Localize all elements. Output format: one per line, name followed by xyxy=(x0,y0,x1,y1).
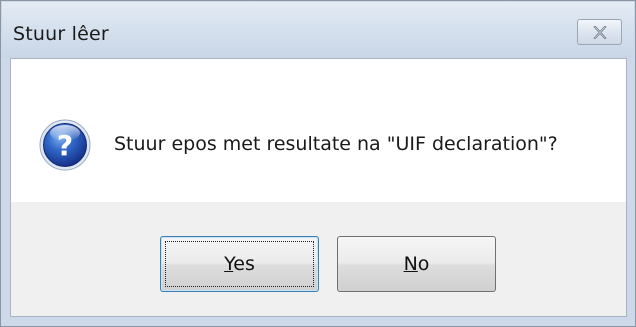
no-label-rest: o xyxy=(417,253,430,275)
message-text: Stuur epos met resultate na "UIF declara… xyxy=(114,133,558,155)
no-button-label: No xyxy=(404,253,430,275)
no-button[interactable]: No xyxy=(337,236,496,292)
window-title: Stuur lêer xyxy=(13,23,109,45)
title-bar[interactable]: Stuur lêer xyxy=(2,2,634,58)
close-button[interactable] xyxy=(577,19,622,45)
no-accelerator: N xyxy=(403,253,418,275)
message-area: ? Stuur epos met resultate na "UIF decla… xyxy=(11,59,626,202)
focus-indicator xyxy=(165,241,314,287)
dialog-body: ? Stuur epos met resultate na "UIF decla… xyxy=(10,58,627,317)
question-icon: ? xyxy=(38,118,92,172)
yes-button[interactable]: Yes xyxy=(160,236,319,292)
dialog-window: Stuur lêer ? Stuur epos met resultate na… xyxy=(0,0,636,327)
svg-text:?: ? xyxy=(57,129,73,162)
close-icon xyxy=(592,25,607,39)
